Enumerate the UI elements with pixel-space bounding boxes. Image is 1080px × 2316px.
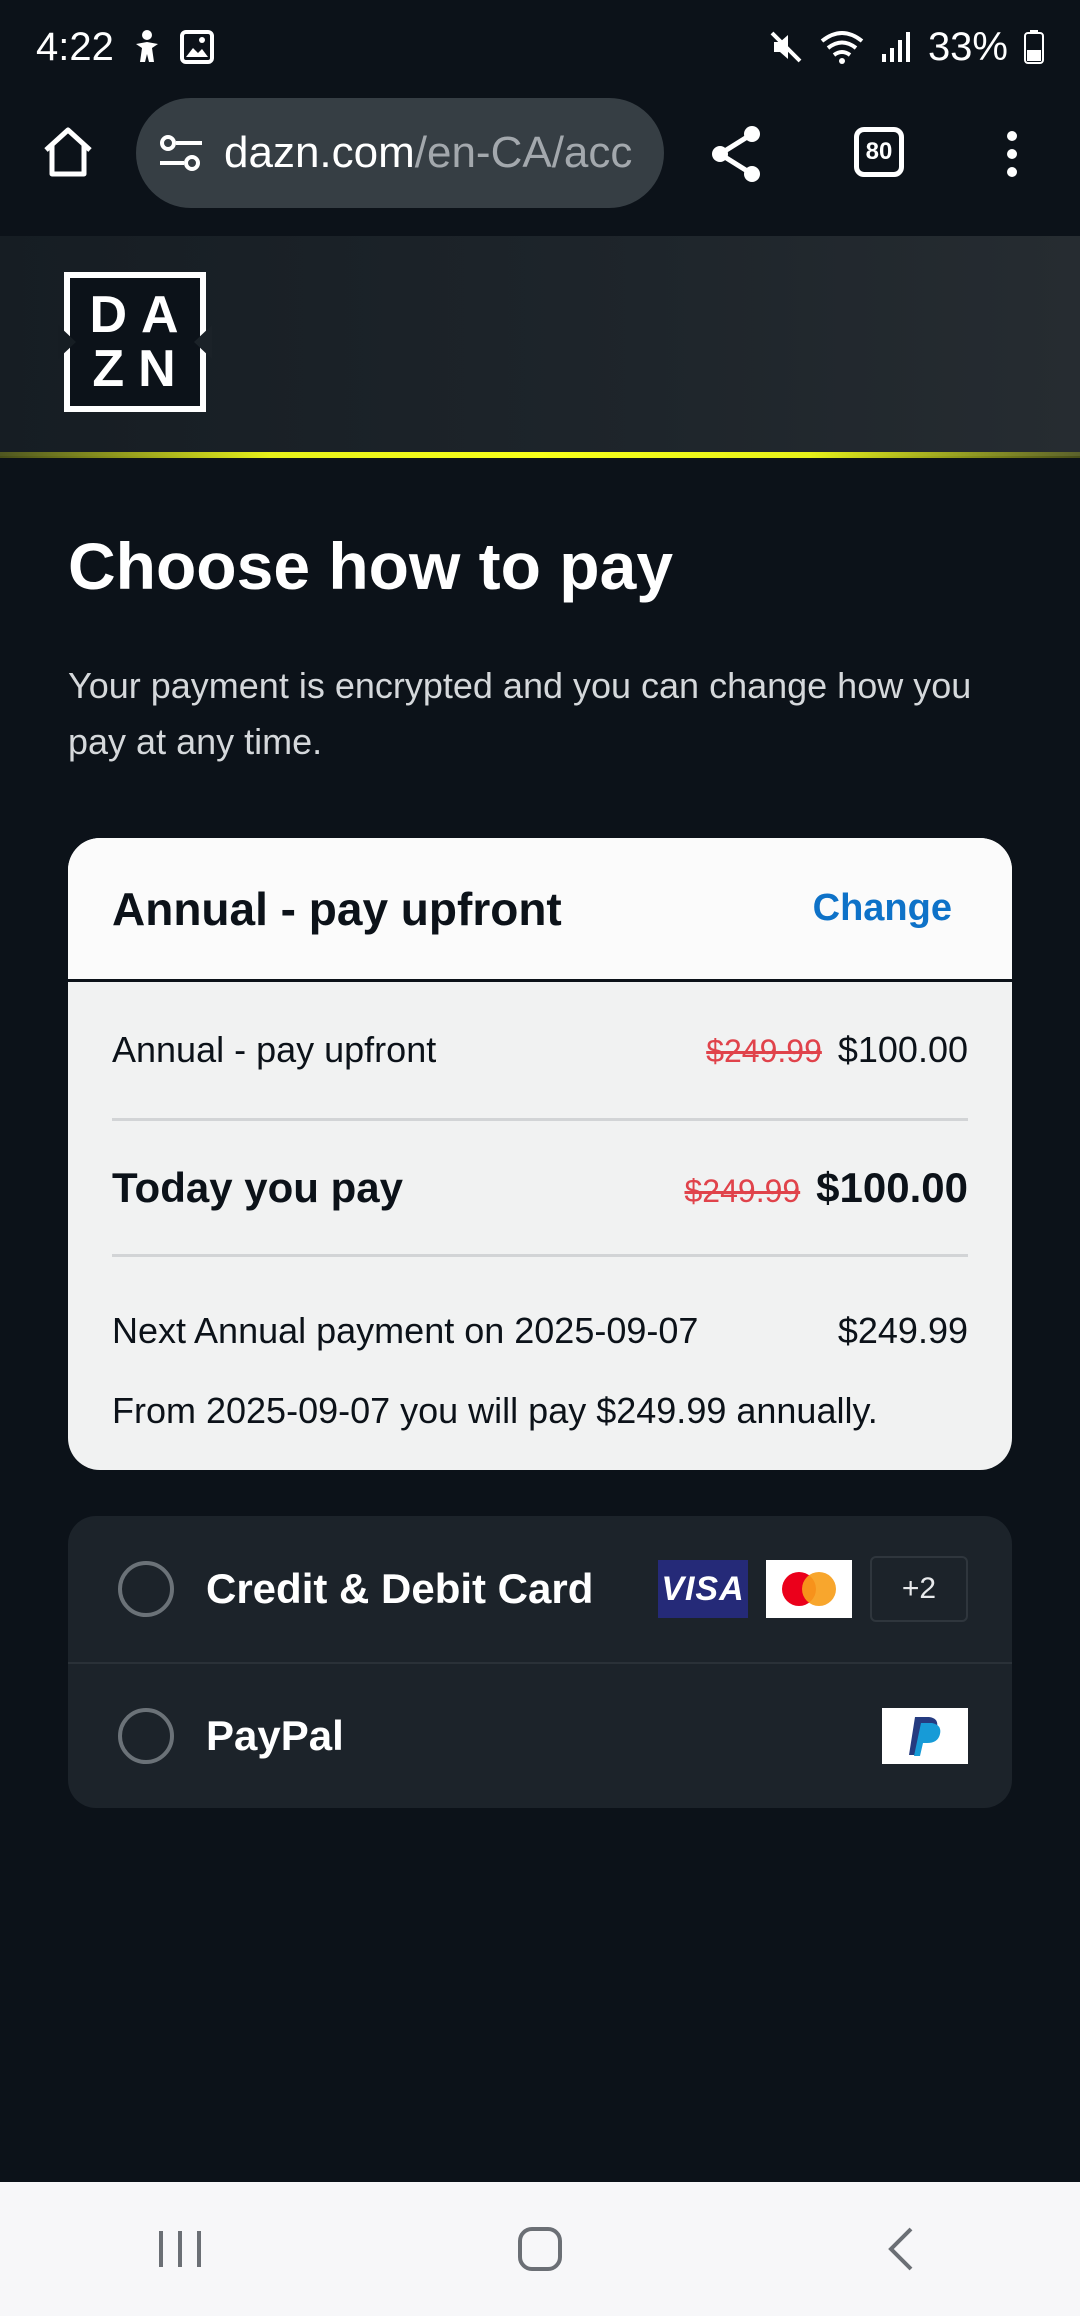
site-settings-icon[interactable]	[158, 133, 204, 173]
more-card-brands-badge: +2	[870, 1556, 968, 1622]
url-path: /en-CA/acc	[414, 128, 633, 177]
battery-percent: 33%	[927, 24, 1008, 69]
url-host: dazn.com	[224, 128, 415, 177]
url-text[interactable]: dazn.com/en-CA/acc	[224, 128, 632, 178]
home-icon[interactable]	[38, 122, 98, 182]
plan-header: Annual - pay upfront Change	[68, 838, 1012, 982]
paypal-logo	[882, 1708, 968, 1764]
mute-icon	[768, 27, 804, 67]
mastercard-logo	[766, 1560, 852, 1618]
next-payment-price: $249.99	[837, 1310, 968, 1351]
logo-notch-left	[58, 325, 76, 359]
plan-line-item: Annual - pay upfront $249.99 $100.00	[112, 982, 968, 1118]
image-notification-icon	[179, 27, 214, 67]
paypal-radio-button[interactable]	[118, 1708, 174, 1764]
today-price: $100.00	[816, 1163, 968, 1211]
site-header: DA ZN	[0, 236, 1080, 458]
signal-icon	[880, 27, 912, 67]
status-left: 4:22	[36, 25, 214, 70]
status-right: 33%	[768, 25, 1044, 70]
line-item-label: Annual - pay upfront	[112, 1029, 437, 1070]
line-item-price: $100.00	[837, 1029, 968, 1070]
accessibility-icon	[130, 27, 164, 67]
plan-name: Annual - pay upfront	[112, 882, 562, 935]
today-pay-row: Today you pay $249.99 $100.00	[112, 1118, 968, 1254]
status-bar: 4:22 33%	[0, 0, 1080, 94]
renewal-note: From 2025-09-07 you will pay $249.99 ann…	[112, 1390, 878, 1431]
change-plan-link[interactable]: Change	[813, 887, 952, 930]
page-subtitle: Your payment is encrypted and you can ch…	[68, 665, 972, 762]
browser-toolbar: dazn.com/en-CA/acc 80	[0, 94, 1080, 236]
share-icon[interactable]	[708, 124, 764, 184]
logo-text-top: DA	[89, 286, 193, 344]
battery-icon	[1024, 27, 1044, 67]
today-pay-prices: $249.99 $100.00	[685, 1164, 969, 1212]
status-time: 4:22	[36, 24, 114, 69]
wifi-icon	[820, 27, 864, 67]
back-icon[interactable]	[860, 2219, 940, 2279]
next-payment-row: Next Annual payment on 2025-09-07 $249.9…	[112, 1254, 968, 1368]
card-option-label: Credit & Debit Card	[206, 1565, 594, 1612]
payment-option-card[interactable]: Credit & Debit Card VISA +2	[68, 1516, 1012, 1662]
page-title: Choose how to pay	[68, 529, 674, 603]
logo-notch-right	[194, 325, 212, 359]
payment-methods: Credit & Debit Card VISA +2 PayPal	[68, 1516, 1012, 1808]
more-options-icon[interactable]	[1000, 124, 1024, 184]
plan-body: Annual - pay upfront $249.99 $100.00 Tod…	[68, 982, 1012, 1432]
line-item-old-price: $249.99	[706, 1033, 822, 1069]
card-brands: VISA +2	[658, 1556, 968, 1622]
header-accent-line	[0, 452, 1080, 458]
plan-summary-card: Annual - pay upfront Change Annual - pay…	[68, 838, 1012, 1470]
system-navigation-bar	[0, 2182, 1080, 2316]
recent-apps-icon[interactable]	[140, 2219, 220, 2279]
home-nav-icon[interactable]	[500, 2219, 580, 2279]
today-old-price: $249.99	[684, 1172, 801, 1209]
url-bar[interactable]: dazn.com/en-CA/acc	[136, 98, 664, 208]
paypal-option-label: PayPal	[206, 1712, 344, 1759]
logo-text-bottom: ZN	[92, 340, 190, 398]
today-pay-label: Today you pay	[112, 1163, 403, 1211]
tab-switcher-button[interactable]: 80	[854, 127, 904, 177]
payment-option-paypal[interactable]: PayPal	[68, 1662, 1012, 1808]
dazn-logo[interactable]: DA ZN	[58, 272, 212, 412]
visa-logo: VISA	[658, 1560, 748, 1618]
next-payment-label: Next Annual payment on 2025-09-07	[112, 1310, 699, 1351]
line-item-prices: $249.99 $100.00	[706, 1029, 968, 1071]
card-radio-button[interactable]	[118, 1561, 174, 1617]
